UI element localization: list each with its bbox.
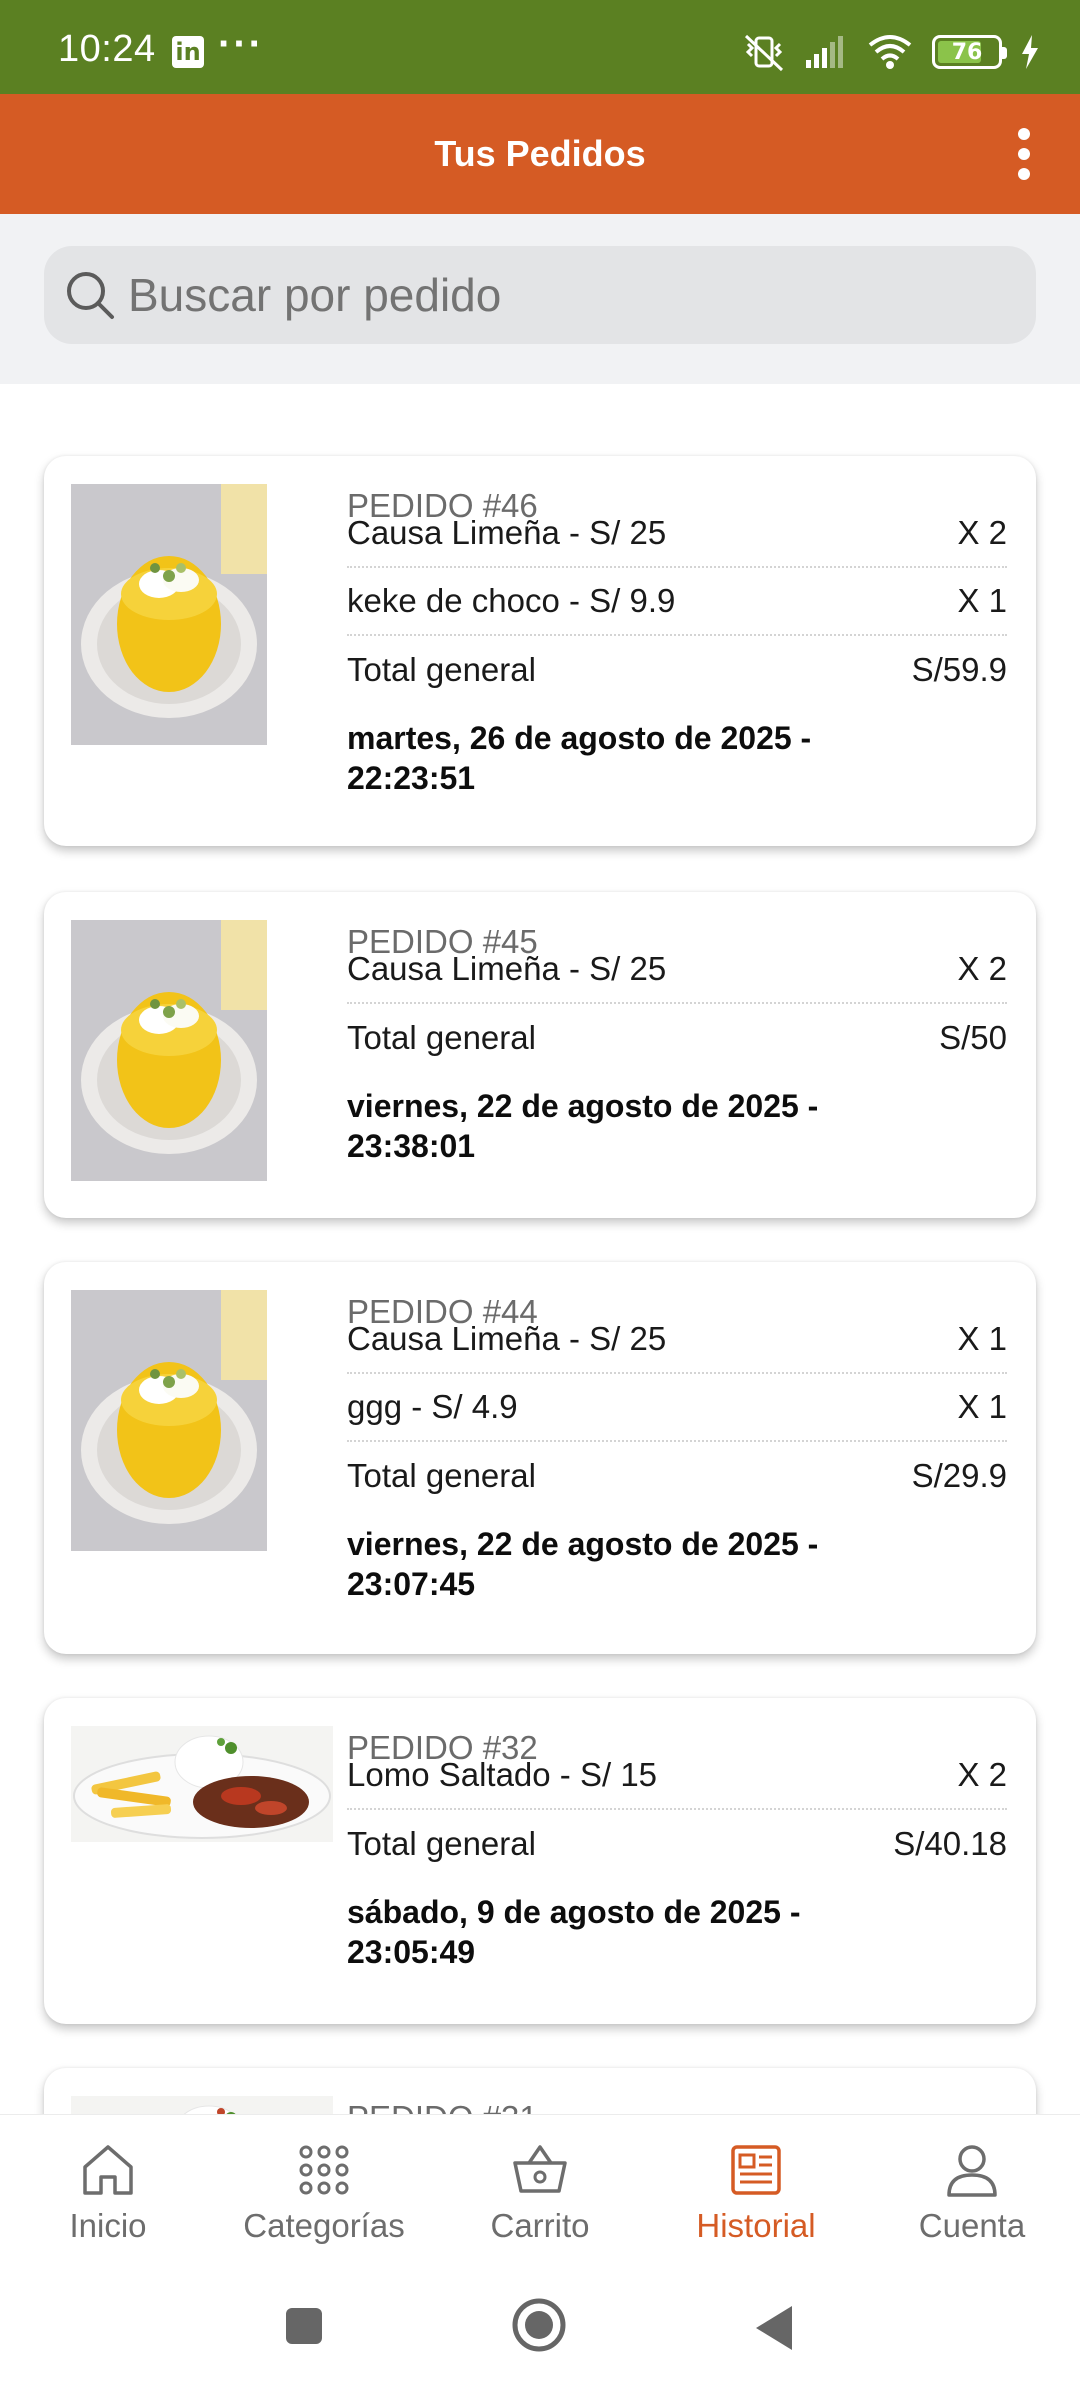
- search-box[interactable]: [44, 246, 1036, 344]
- nav-label: Historial: [696, 2207, 816, 2244]
- home-icon: [83, 2145, 133, 2195]
- order-item-name: Causa Limeña - S/ 25: [347, 514, 667, 551]
- wifi-icon: [868, 35, 912, 69]
- order-card[interactable]: PEDIDO #32 Lomo Saltado - S/ 15 X 2 Tota…: [44, 1698, 1036, 2024]
- order-item-row: ggg - S/ 4.9 X 1: [347, 1374, 1007, 1442]
- more-options-button[interactable]: [986, 116, 1062, 192]
- home-button[interactable]: [510, 2296, 568, 2354]
- order-item-name: keke de choco - S/ 9.9: [347, 582, 676, 619]
- grid-icon: [299, 2145, 349, 2195]
- nav-item-categorias[interactable]: Categorías: [216, 2115, 432, 2264]
- order-item-row: Causa Limeña - S/ 25 X 1: [347, 1320, 1007, 1374]
- order-item-qty: X 2: [957, 1756, 1007, 1793]
- page-title: Tus Pedidos: [434, 133, 646, 174]
- vibrate-icon: [744, 34, 784, 72]
- order-date: martes, 26 de agosto de 2025 - 22:23:51: [347, 720, 812, 796]
- order-total-value: S/29.9: [911, 1457, 1007, 1494]
- order-item-qty: X 1: [957, 1388, 1007, 1425]
- battery-icon: 76: [932, 35, 1007, 69]
- order-item-name: Causa Limeña - S/ 25: [347, 1320, 667, 1357]
- status-time: 10:24: [58, 28, 156, 70]
- order-item-name: Lomo Saltado - S/ 15: [347, 1756, 658, 1793]
- order-info: PEDIDO #31: [347, 2098, 1007, 2114]
- order-item-row: Lomo Saltado - S/ 15 X 2: [347, 1756, 1007, 1810]
- order-card[interactable]: PEDIDO #31: [44, 2068, 1036, 2114]
- nav-label: Categorías: [243, 2207, 405, 2244]
- order-item-qty: X 1: [957, 582, 1007, 619]
- search-input[interactable]: [128, 268, 1036, 322]
- order-date: viernes, 22 de agosto de 2025 - 23:38:01: [347, 1088, 819, 1164]
- order-total-label: Total general: [347, 651, 536, 688]
- battery-level: 76: [951, 39, 983, 65]
- order-info: PEDIDO #32 Lomo Saltado - S/ 15 X 2 Tota…: [347, 1728, 1007, 1972]
- lomo-saltado-photo: [71, 2096, 333, 2114]
- nav-item-cuenta[interactable]: Cuenta: [864, 2115, 1080, 2264]
- signal-icon: [806, 36, 843, 68]
- nav-label: Carrito: [490, 2207, 590, 2244]
- order-item-name: ggg - S/ 4.9: [347, 1388, 518, 1425]
- order-info: PEDIDO #45 Causa Limeña - S/ 25 X 2 Tota…: [347, 922, 1007, 1166]
- causa-limena-photo: [71, 1290, 267, 1551]
- search-icon: [67, 272, 114, 319]
- lomo-saltado-photo: [71, 1726, 333, 1842]
- order-date: viernes, 22 de agosto de 2025 - 23:07:45: [347, 1526, 819, 1602]
- order-item-row: Causa Limeña - S/ 25 X 2: [347, 514, 1007, 568]
- causa-limena-photo: [71, 920, 267, 1181]
- order-info: PEDIDO #46 Causa Limeña - S/ 25 X 2 keke…: [347, 486, 1007, 798]
- receipt-icon: [731, 2145, 781, 2195]
- linkedin-icon: in: [172, 36, 204, 68]
- more-options-icon: [1018, 128, 1030, 140]
- order-item-row: keke de choco - S/ 9.9 X 1: [347, 568, 1007, 636]
- order-total-row: Total general S/40.18: [347, 1810, 1007, 1878]
- order-total-row: Total general S/29.9: [347, 1442, 1007, 1510]
- order-total-label: Total general: [347, 1457, 536, 1494]
- order-total-row: Total general S/59.9: [347, 636, 1007, 704]
- nav-label: Cuenta: [918, 2207, 1026, 2244]
- order-item-name: Causa Limeña - S/ 25: [347, 950, 667, 987]
- status-bar: 10:24 in ··· 76: [0, 0, 1080, 94]
- order-total-value: S/50: [939, 1019, 1007, 1056]
- orders-list[interactable]: PEDIDO #46 Causa Limeña - S/ 25 X 2 keke…: [0, 384, 1080, 2114]
- app-bar: Tus Pedidos: [0, 94, 1080, 214]
- nav-label: Inicio: [69, 2207, 147, 2244]
- order-total-value: S/59.9: [911, 651, 1007, 688]
- nav-item-inicio[interactable]: Inicio: [0, 2115, 216, 2264]
- order-item-qty: X 2: [957, 950, 1007, 987]
- order-number: PEDIDO #31: [347, 2098, 1007, 2114]
- order-total-label: Total general: [347, 1825, 536, 1862]
- user-icon: [947, 2145, 997, 2197]
- order-total-label: Total general: [347, 1019, 536, 1056]
- system-navigation-bar: [0, 2264, 1080, 2400]
- charging-icon: [1022, 35, 1038, 69]
- order-item-qty: X 2: [957, 514, 1007, 551]
- order-total-row: Total general S/50: [347, 1004, 1007, 1072]
- nav-item-historial[interactable]: Historial: [648, 2115, 864, 2264]
- causa-limena-photo: [71, 484, 267, 745]
- recent-apps-button[interactable]: [282, 2304, 326, 2348]
- order-card[interactable]: PEDIDO #44 Causa Limeña - S/ 25 X 1 ggg …: [44, 1262, 1036, 1654]
- basket-icon: [513, 2145, 567, 2193]
- order-card[interactable]: PEDIDO #45 Causa Limeña - S/ 25 X 2 Tota…: [44, 892, 1036, 1218]
- order-info: PEDIDO #44 Causa Limeña - S/ 25 X 1 ggg …: [347, 1292, 1007, 1604]
- order-item-qty: X 1: [957, 1320, 1007, 1357]
- order-total-value: S/40.18: [893, 1825, 1007, 1862]
- back-button[interactable]: [752, 2304, 796, 2352]
- search-area: [0, 214, 1080, 384]
- order-date: sábado, 9 de agosto de 2025 - 23:05:49: [347, 1894, 801, 1970]
- more-notifications-icon: ···: [218, 22, 264, 66]
- nav-item-carrito[interactable]: Carrito: [432, 2115, 648, 2264]
- bottom-navigation: Inicio Categorías Carrito Historial Cuen…: [0, 2114, 1080, 2264]
- status-icons: 76: [742, 30, 1040, 74]
- order-card[interactable]: PEDIDO #46 Causa Limeña - S/ 25 X 2 keke…: [44, 456, 1036, 846]
- order-item-row: Causa Limeña - S/ 25 X 2: [347, 950, 1007, 1004]
